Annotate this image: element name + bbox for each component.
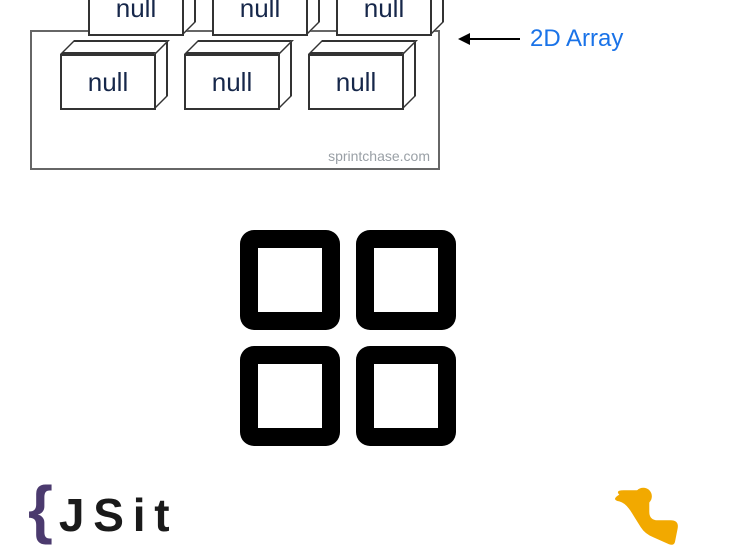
cell-value: null <box>184 54 280 110</box>
cell-value: null <box>212 0 308 36</box>
array-cell: null <box>212 0 322 36</box>
cell-value: null <box>60 54 156 110</box>
array-cell: null <box>88 0 198 36</box>
cell-value: null <box>308 54 404 110</box>
trophy-icon <box>600 486 690 546</box>
array-back-row: null null null <box>88 0 446 36</box>
arrow-icon <box>460 38 520 40</box>
grid-2x2-icon <box>240 230 456 446</box>
diagram-label: 2D Array <box>530 25 623 53</box>
grid-cell-icon <box>240 346 340 446</box>
array-2d-diagram: sprintchase.com null null null null null… <box>30 0 450 170</box>
array-cell: null <box>308 40 418 110</box>
array-cell: null <box>336 0 446 36</box>
array-cell: null <box>60 40 170 110</box>
array-front-row: null null null <box>60 40 418 110</box>
logo-partial-text: J S i t <box>59 488 168 542</box>
logo-brace-fragment: { J S i t <box>28 472 168 546</box>
brace-open: { <box>28 472 51 546</box>
grid-cell-icon <box>356 230 456 330</box>
cell-value: null <box>336 0 432 36</box>
diagram-annotation-arrow: 2D Array <box>460 25 623 53</box>
grid-cell-icon <box>240 230 340 330</box>
array-cell: null <box>184 40 294 110</box>
watermark-text: sprintchase.com <box>328 148 430 164</box>
cell-value: null <box>88 0 184 36</box>
grid-cell-icon <box>356 346 456 446</box>
